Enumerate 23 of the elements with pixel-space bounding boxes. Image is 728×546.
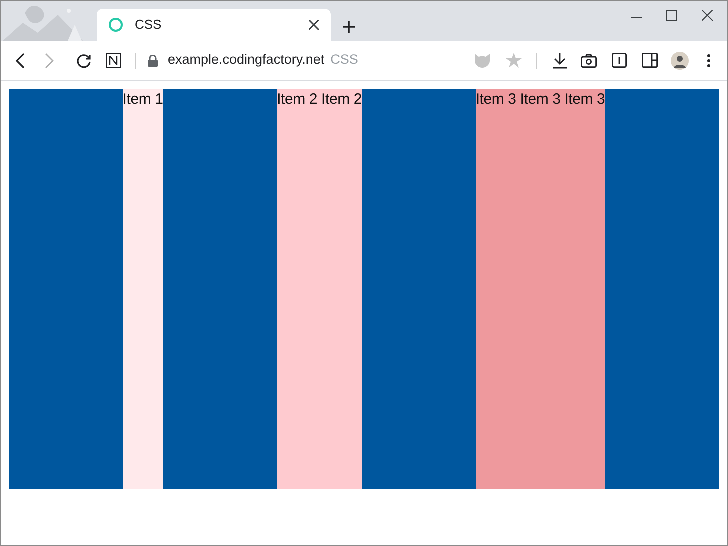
maximize-icon[interactable]: [666, 10, 677, 20]
minimize-icon[interactable]: [631, 17, 642, 19]
back-icon[interactable]: [15, 52, 25, 68]
n-logo-icon[interactable]: [106, 53, 121, 68]
reader-icon[interactable]: [612, 53, 627, 68]
page-title-text: CSS: [330, 51, 358, 70]
star-icon[interactable]: [506, 53, 522, 68]
camera-icon[interactable]: [581, 54, 597, 68]
url-text[interactable]: example.codingfactory.net: [168, 50, 325, 71]
download-icon[interactable]: [553, 52, 567, 68]
lock-icon[interactable]: [148, 54, 158, 66]
new-tab-icon[interactable]: [343, 21, 355, 33]
reload-icon[interactable]: [76, 52, 92, 68]
close-icon[interactable]: [309, 20, 319, 30]
flex-item: Item 2 Item 2: [277, 89, 362, 489]
close-icon[interactable]: [702, 10, 713, 20]
avatar-icon[interactable]: [671, 52, 689, 70]
browser-tab[interactable]: CSS: [97, 9, 331, 41]
flex-item: Item 1: [122, 89, 164, 489]
sidebar-icon[interactable]: [642, 53, 658, 68]
tab-title: CSS: [135, 16, 163, 34]
flex-item: Item 3 Item 3 Item 3: [476, 89, 606, 489]
menu-icon[interactable]: [707, 54, 711, 68]
